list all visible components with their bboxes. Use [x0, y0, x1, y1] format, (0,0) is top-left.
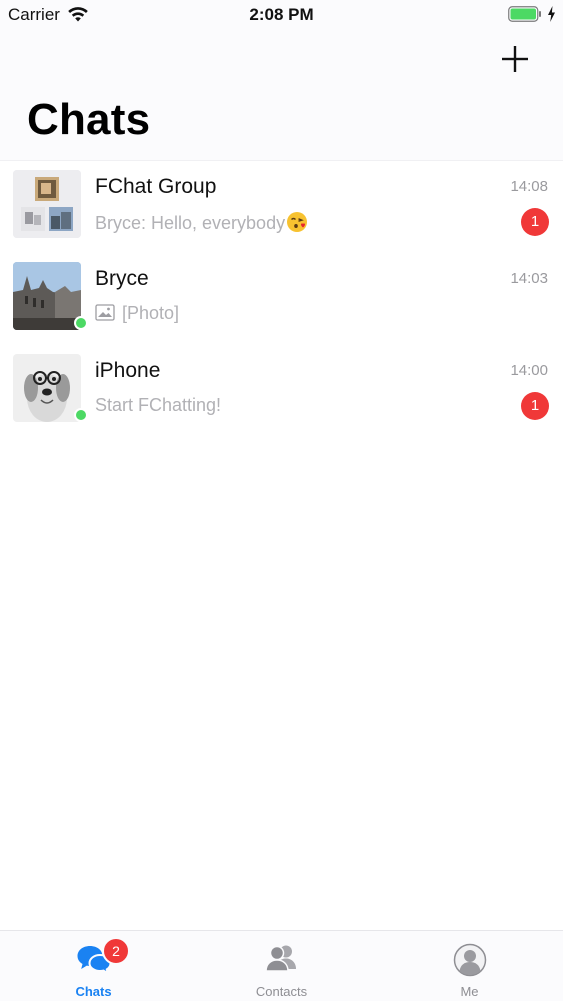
chat-preview-text: Bryce: Hello, everybody	[95, 213, 286, 233]
unread-badge: 1	[521, 208, 549, 236]
chat-row-iphone[interactable]: iPhone 14:00 Start FChatting! 1	[0, 344, 563, 436]
plus-icon[interactable]	[496, 40, 534, 78]
navigation-header: Chats	[0, 30, 563, 161]
profile-icon	[453, 943, 486, 977]
tab-bar: 2 Chats Contacts Me	[0, 930, 563, 1001]
status-bar: Carrier 2:08 PM	[0, 0, 563, 30]
chat-row-bryce[interactable]: Bryce 14:03 [Photo]	[0, 252, 563, 344]
tab-unread-badge: 2	[102, 937, 130, 965]
unread-badge: 1	[521, 392, 549, 420]
chat-preview: Start FChatting!	[95, 395, 222, 415]
tab-label: Me	[460, 984, 479, 999]
chat-preview: [Photo]	[95, 303, 179, 324]
chat-row-fchat-group[interactable]: FChat Group 14:08 Bryce: Hello, everybod…	[0, 160, 563, 252]
tab-label: Contacts	[255, 984, 308, 999]
status-time: 2:08 PM	[249, 5, 314, 24]
chat-timestamp: 14:08	[510, 178, 548, 195]
online-status-dot	[74, 316, 88, 330]
charging-bolt-icon	[548, 6, 555, 22]
contacts-icon	[264, 945, 296, 972]
tab-me[interactable]: Me	[376, 931, 563, 1001]
kissing-face-emoji	[287, 212, 308, 232]
group-collage-avatar	[13, 170, 81, 238]
chat-list: FChat Group 14:08 Bryce: Hello, everybod…	[0, 160, 563, 436]
dog-photo-avatar	[13, 354, 81, 422]
chat-preview-text: [Photo]	[122, 303, 180, 323]
online-status-dot	[74, 408, 88, 422]
tab-contacts[interactable]: Contacts	[188, 931, 375, 1001]
chat-timestamp: 14:03	[510, 270, 548, 287]
tab-chats[interactable]: 2 Chats	[0, 931, 187, 1001]
chat-name: Bryce	[95, 267, 149, 290]
page-title: Chats	[27, 95, 151, 144]
tab-label: Chats	[75, 984, 112, 999]
chat-name: FChat Group	[95, 175, 217, 198]
cathedral-photo-avatar	[13, 262, 81, 330]
battery-icon	[508, 6, 541, 22]
image-icon	[95, 304, 115, 321]
chat-timestamp: 14:00	[510, 362, 548, 379]
chat-name: iPhone	[95, 359, 161, 382]
chat-preview: Bryce: Hello, everybody	[95, 211, 308, 234]
